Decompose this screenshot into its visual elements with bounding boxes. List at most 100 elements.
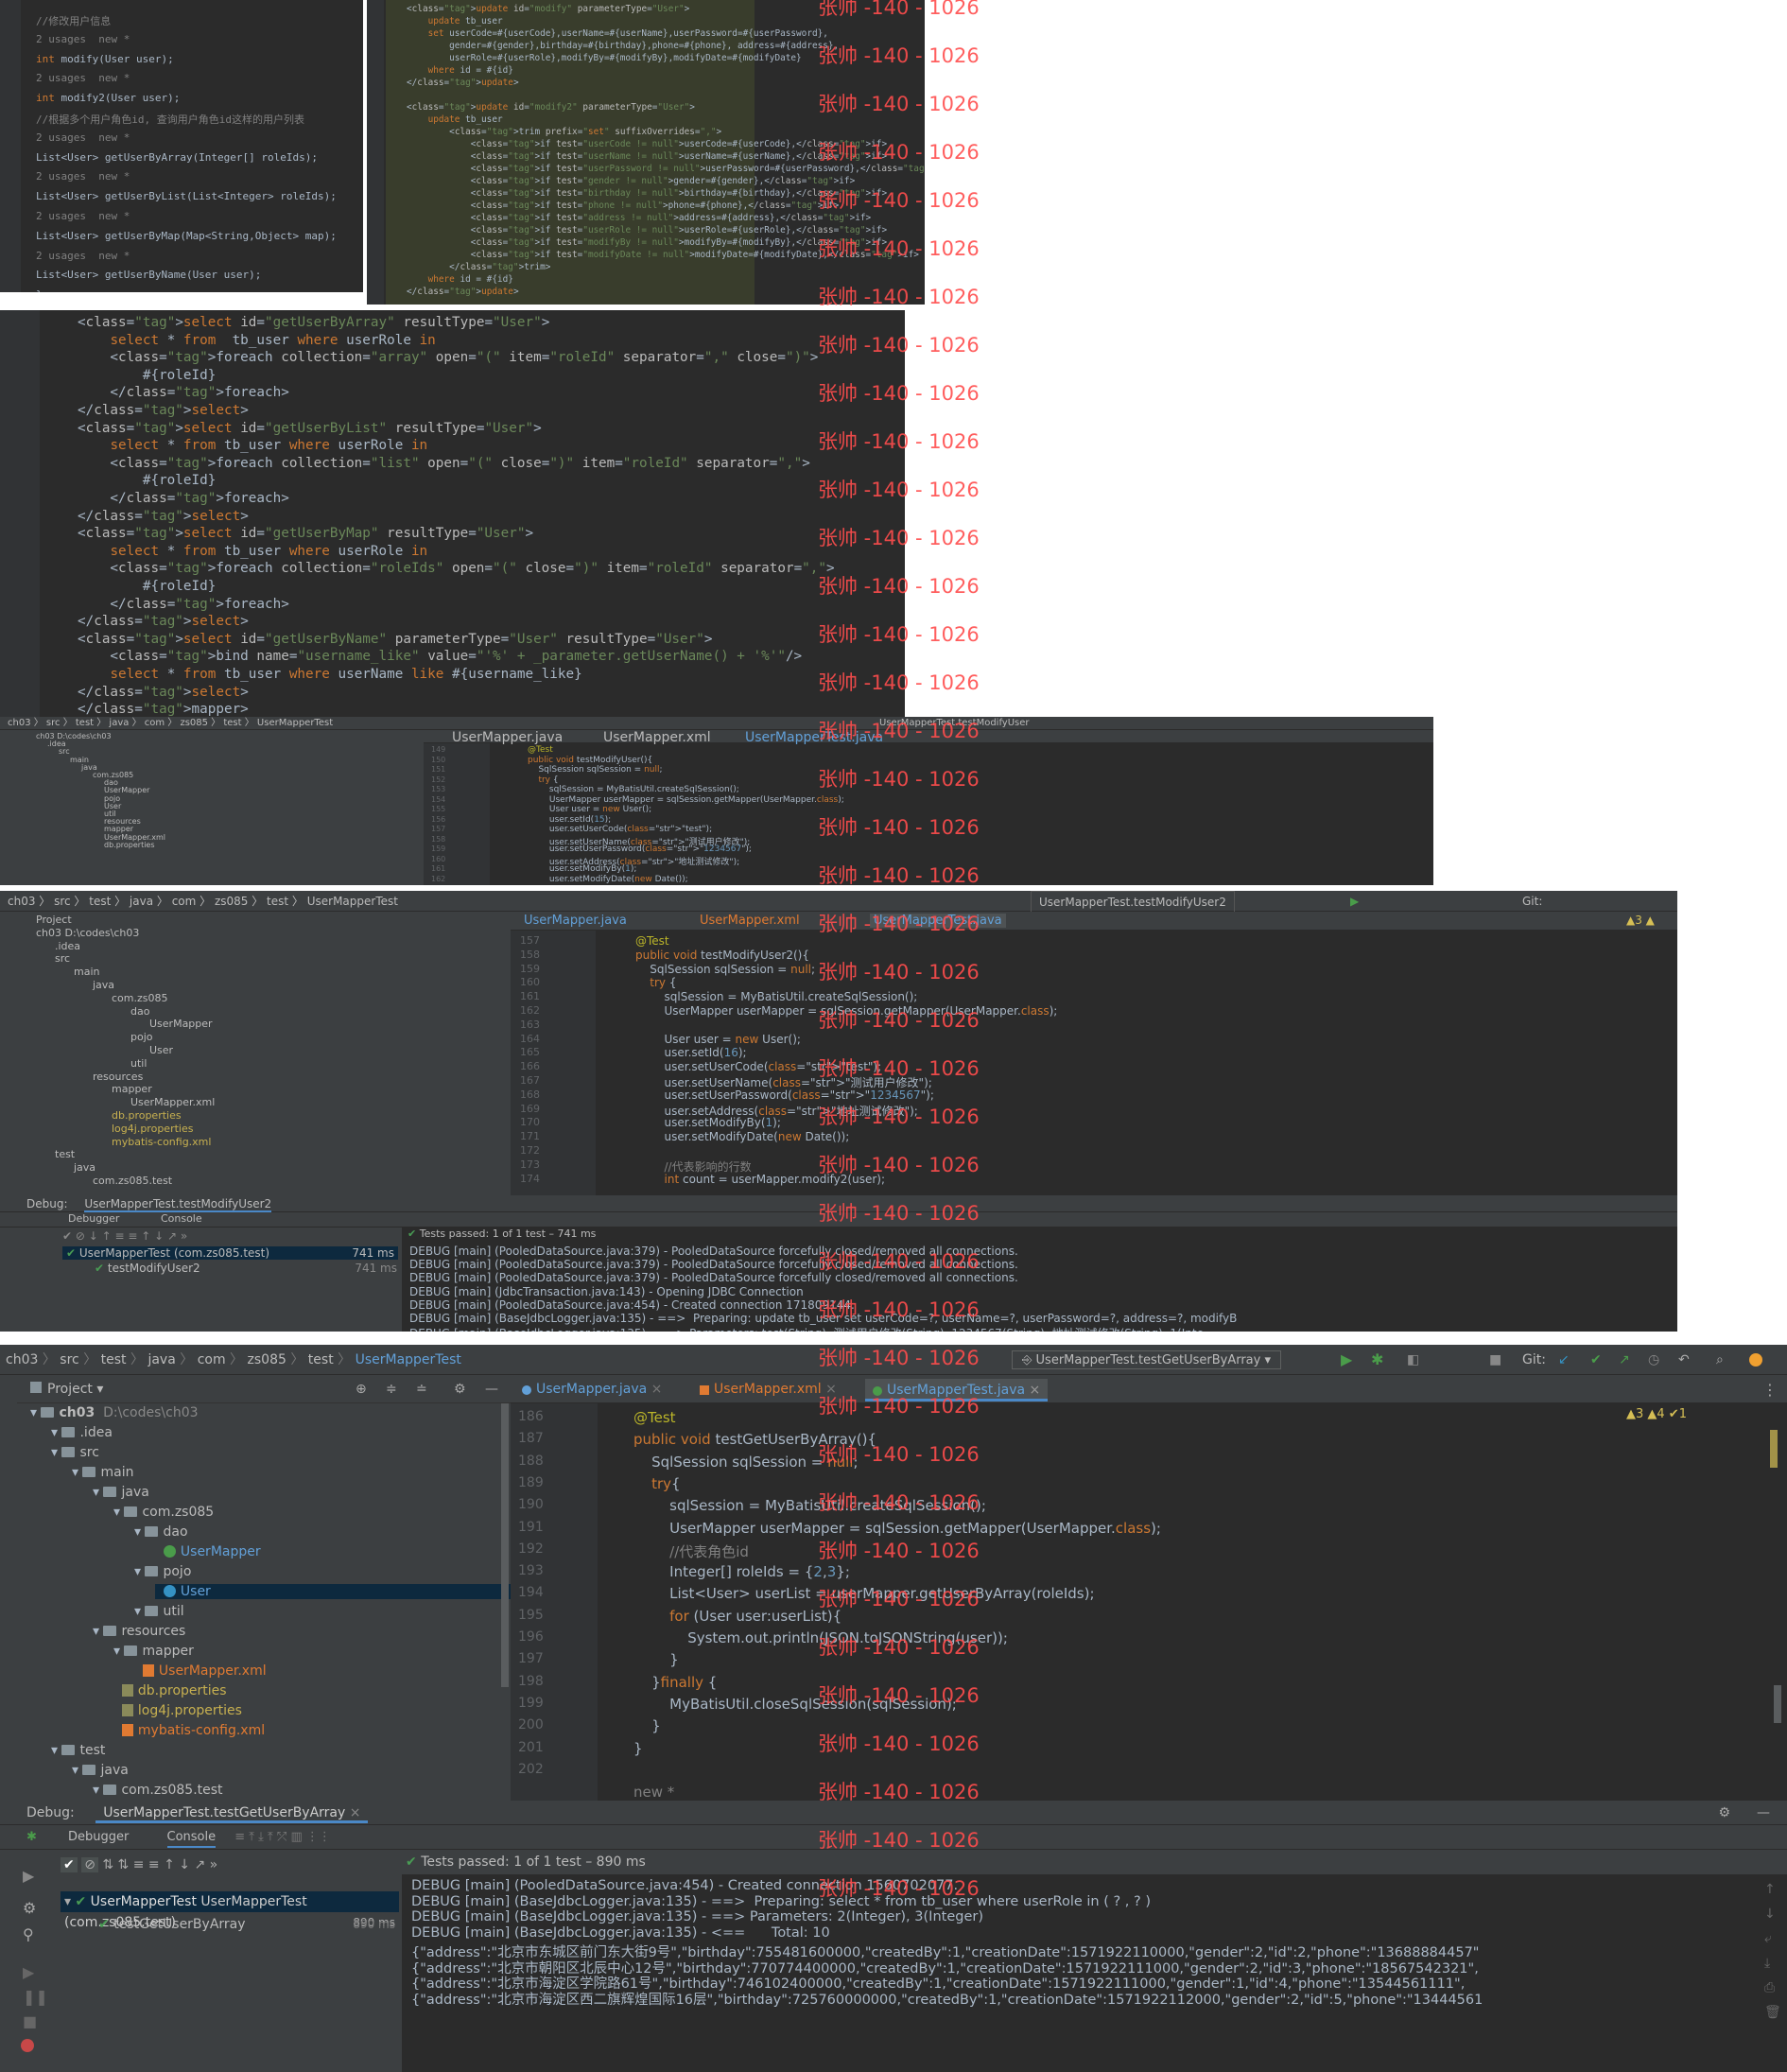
console-tab[interactable]: Console (161, 1212, 202, 1225)
pause-icon[interactable]: ❚❚ (23, 1988, 48, 2006)
breadcrumb-item[interactable]: zs085 (248, 1352, 286, 1367)
tree-item[interactable]: ▾ .idea (51, 1425, 113, 1440)
breadcrumb-item[interactable]: src (60, 1352, 78, 1367)
tree-item[interactable]: ▾ dao (134, 1524, 188, 1540)
locate-icon[interactable]: ⊕ (356, 1375, 367, 1403)
tree-item[interactable]: src (55, 952, 70, 965)
update-icon[interactable] (1749, 1353, 1762, 1367)
rollback-icon[interactable]: ↶ (1678, 1345, 1690, 1375)
tree-item[interactable]: ▾ java (72, 1763, 129, 1778)
tab-usermapper-xml[interactable]: UserMapper.xml × (700, 1382, 837, 1397)
tree-item[interactable]: ch03 D:\codes\ch03 (36, 927, 139, 939)
breadcrumb-item[interactable]: com (198, 1352, 226, 1367)
tree-item[interactable]: java (93, 979, 114, 991)
settings-icon[interactable]: ⚙ (23, 1899, 36, 1917)
tree-item[interactable]: UserMapper.xml (134, 1663, 267, 1679)
tree-item[interactable]: User (155, 1584, 511, 1599)
run-config-select[interactable]: UserMapperTest.testModifyUser2 (1031, 891, 1235, 914)
tree-item[interactable]: db.properties (112, 1109, 182, 1122)
tree-item[interactable]: ▾ resources (93, 1624, 185, 1639)
test-class-row[interactable]: ▾ ✔ UserMapperTest UserMapperTest (com.z… (61, 1891, 399, 1930)
search-icon[interactable]: ⌕ (1716, 1345, 1724, 1375)
git-push-icon[interactable]: ↗ (1619, 1345, 1630, 1375)
tree-scrollbar[interactable] (501, 1403, 509, 1687)
tab-usermapper-java[interactable]: UserMapper.java × (522, 1382, 662, 1397)
git-commit-icon[interactable]: ✔ (1590, 1345, 1602, 1375)
tree-item[interactable]: UserMapper (149, 1018, 213, 1030)
coverage-icon[interactable]: ◧ (1407, 1345, 1419, 1375)
expand-all-icon[interactable]: ≑ (386, 1375, 397, 1403)
tree-item[interactable]: ▾ test (51, 1743, 105, 1758)
debug-icon[interactable]: ✱ (1371, 1345, 1383, 1375)
play-icon[interactable]: ▶ (23, 1963, 34, 1981)
tab-usermapper-java[interactable]: UserMapper.java (524, 914, 627, 928)
tree-item[interactable]: ▾ util (134, 1604, 184, 1619)
inspection-widget[interactable]: ▲3 ▲ (1626, 914, 1655, 927)
stop-icon[interactable]: ■ (1489, 1345, 1501, 1375)
debugger-tab[interactable]: Debugger (68, 1830, 129, 1844)
history-icon[interactable]: ◷ (1648, 1345, 1659, 1375)
tree-item[interactable]: ▾ ch03 D:\codes\ch03 (30, 1405, 199, 1420)
rerun-icon[interactable]: ✱ (26, 1825, 37, 1850)
tree-item[interactable]: test (55, 1148, 75, 1160)
tree-item[interactable]: ▾ src (51, 1445, 99, 1460)
tree-item[interactable]: log4j.properties (113, 1703, 242, 1718)
tree-item[interactable]: src (59, 747, 70, 756)
up-arrow-icon[interactable]: ↑ (1764, 1882, 1776, 1897)
run-config-select[interactable]: ⎆ UserMapperTest.testGetUserByArray ▾ (1012, 1350, 1282, 1369)
tab-usermapper-xml[interactable]: UserMapper.xml (700, 914, 800, 928)
debugger-tab[interactable]: Debugger (68, 1212, 119, 1225)
resume-icon[interactable]: ▶ (23, 1867, 34, 1885)
git-update-icon[interactable]: ↙ (1558, 1345, 1570, 1375)
editor-code[interactable]: @Test public void testModifyUser2(){ SqlS… (596, 931, 1677, 1195)
wrap-icon[interactable]: ⤶ (1764, 1931, 1772, 1946)
test-method-row[interactable]: ✔ testGetUserByArray 890 ms (98, 1914, 399, 1935)
tree-item[interactable]: UserMapper (155, 1544, 261, 1559)
warning-marker[interactable] (1770, 1430, 1778, 1468)
debug-tab[interactable]: UserMapperTest.testGetUserByArray × (95, 1805, 369, 1823)
tree-item[interactable]: dao (130, 1005, 149, 1018)
stop-square-icon[interactable]: ■ (23, 2012, 37, 2030)
breadcrumb-item[interactable]: ch03 (6, 1352, 38, 1367)
tree-item[interactable]: pojo (130, 1031, 153, 1043)
editor-scrollbar[interactable] (1774, 1685, 1781, 1723)
pin-icon[interactable]: ⚲ (23, 1925, 34, 1943)
tree-item[interactable]: mybatis-config.xml (113, 1723, 265, 1738)
tree-item[interactable]: db.properties (113, 1683, 227, 1698)
tree-item[interactable]: UserMapper.xml (130, 1096, 215, 1108)
tree-item[interactable]: ▾ com.zs085.test (93, 1783, 223, 1798)
console-output[interactable]: DEBUG [main] (PooledDataSource.java:454)… (402, 1874, 1753, 2072)
breakpoint-icon[interactable] (21, 2039, 34, 2052)
tree-item[interactable]: ▾ java (93, 1485, 149, 1500)
tree-item[interactable]: Project (36, 914, 72, 926)
collapse-all-icon[interactable]: ≐ (416, 1375, 427, 1403)
test-method-row[interactable]: ✔ testModifyUser2 741 ms (95, 1262, 397, 1275)
tree-item[interactable]: ▾ main (72, 1465, 133, 1480)
print-icon[interactable]: ⎙ (1764, 1980, 1775, 1995)
tree-item[interactable]: main (74, 966, 99, 978)
breadcrumb-item[interactable]: java (147, 1352, 175, 1367)
run-icon[interactable]: ▶ (1341, 1345, 1352, 1375)
debug-tab[interactable]: UserMapperTest.testModifyUser2 (84, 1197, 272, 1212)
gear-icon[interactable]: ⚙ (1718, 1801, 1730, 1825)
tree-item[interactable]: ▾ mapper (113, 1644, 194, 1659)
breadcrumb-item[interactable]: test (308, 1352, 334, 1367)
inspection-widget[interactable]: ▲3 ▲4 ✔1 (1626, 1407, 1687, 1421)
tree-item[interactable]: db.properties (104, 841, 155, 849)
tree-item[interactable]: java (74, 1161, 95, 1174)
tree-item[interactable]: resources (93, 1071, 143, 1083)
tree-item[interactable]: ▾ pojo (134, 1564, 191, 1579)
trash-icon[interactable]: 🗑 (1764, 2005, 1781, 2020)
tree-item[interactable]: .idea (55, 940, 80, 952)
minimize-icon[interactable]: — (1757, 1801, 1770, 1825)
gear-icon[interactable]: ⚙ (454, 1375, 466, 1403)
console-tab[interactable]: Console (166, 1830, 217, 1848)
tree-item[interactable]: log4j.properties (112, 1123, 193, 1135)
project-tree[interactable]: ▾ ch03 D:\codes\ch03 ▾ .idea ▾ src ▾ main ▾ … (17, 1403, 511, 1801)
console-output[interactable]: DEBUG [main] (PooledDataSource.java:379)… (402, 1243, 1677, 1332)
tree-item[interactable]: User (149, 1044, 173, 1056)
editor-code[interactable]: @Test public void testGetUserByArray(){ S… (598, 1403, 1787, 1801)
tree-item[interactable]: mapper (112, 1083, 152, 1095)
scroll-end-icon[interactable]: ⤓ (1764, 1956, 1770, 1971)
tree-item[interactable]: com.zs085.test (93, 1175, 172, 1187)
